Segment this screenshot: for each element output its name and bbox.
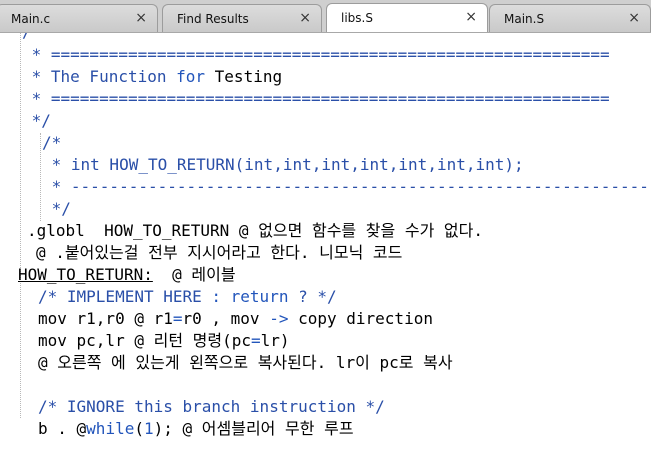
code-line: @ .붙어있는걸 전부 지시어라고 한다. 니모닉 코드 [36, 243, 403, 262]
operator: = [172, 309, 183, 328]
code-line: / [22, 33, 32, 43]
comment-text: * The Function [22, 67, 177, 86]
keyword: while [86, 419, 135, 438]
close-icon[interactable]: × [135, 10, 147, 26]
close-icon[interactable]: × [465, 9, 477, 25]
code-text: mov r1,r0 @ r1 [38, 309, 173, 328]
code-text: copy direction [288, 309, 433, 328]
operator: = [251, 331, 261, 350]
comment-text: ? */ [288, 287, 337, 306]
code-line: @ 오른쪽 에 있는게 왼쪽으로 복사된다. lr이 pc로 복사 [38, 353, 453, 372]
comment-text: @ 레이블 [152, 265, 236, 284]
tab-label: Main.c [11, 12, 51, 26]
code-editor[interactable]: / * ====================================… [0, 33, 651, 450]
code-line: mov r1,r0 @ r1=r0 , mov -> copy directio… [38, 308, 433, 330]
code-text: b . @ [38, 419, 87, 438]
code-line: HOW_TO_RETURN: @ 레이블 [18, 264, 236, 286]
keyword: : return [211, 287, 289, 306]
code-line: * ======================================… [22, 45, 610, 64]
tab-label: Find Results [177, 12, 249, 26]
keyword: for [176, 67, 206, 86]
label-name: HOW_TO_RETURN: [18, 265, 153, 284]
code-line: */ [22, 111, 51, 130]
operator: -> [269, 309, 289, 328]
code-text: mov pc,lr @ 리턴 명령(pc [38, 331, 252, 350]
tab-label: Main.S [504, 12, 545, 26]
tab-main-c[interactable]: Main.c × [0, 4, 158, 32]
tab-libs-s[interactable]: libs.S × [326, 3, 488, 32]
code-line: b . @while(1); @ 어셈블리어 무한 루프 [38, 418, 354, 440]
comment-text: Testing [205, 67, 283, 86]
code-line: /* IMPLEMENT HERE : return ? */ [38, 286, 337, 308]
indent-guide [40, 133, 41, 221]
close-icon[interactable]: × [299, 10, 311, 26]
comment-text: * int HOW_TO_RETURN(int,int,int,int,int,… [42, 155, 524, 174]
tab-label: libs.S [341, 11, 373, 25]
code-line: * int HOW_TO_RETURN(int,int,int,int,int,… [42, 154, 524, 176]
code-line: * ======================================… [22, 89, 610, 108]
code-line: .globl HOW_TO_RETURN @ 없으면 함수를 찾을 수가 없다. [27, 221, 483, 240]
code-text: ( [134, 419, 144, 438]
code-text: lr) [260, 331, 290, 350]
tab-main-s[interactable]: Main.S × [489, 4, 651, 32]
close-icon[interactable]: × [628, 10, 640, 26]
tab-find-results[interactable]: Find Results × [162, 4, 322, 32]
code-line: mov pc,lr @ 리턴 명령(pc=lr) [38, 330, 290, 352]
number-literal: 1 [143, 419, 154, 438]
code-line: * --------------------------------------… [42, 177, 649, 196]
indent-guide [20, 33, 21, 418]
code-line: */ [42, 199, 71, 218]
code-line: /* [42, 133, 62, 152]
code-text: ); @ 어셈블리어 무한 루프 [153, 419, 354, 438]
code-line: * The Function for Testing [22, 66, 282, 88]
code-line: /* IGNORE this branch instruction */ [38, 397, 385, 416]
tab-bar: Main.c × Find Results × libs.S × Main.S … [0, 0, 651, 33]
comment-text: /* IMPLEMENT HERE [38, 287, 212, 306]
code-text: r0 , mov [182, 309, 270, 328]
